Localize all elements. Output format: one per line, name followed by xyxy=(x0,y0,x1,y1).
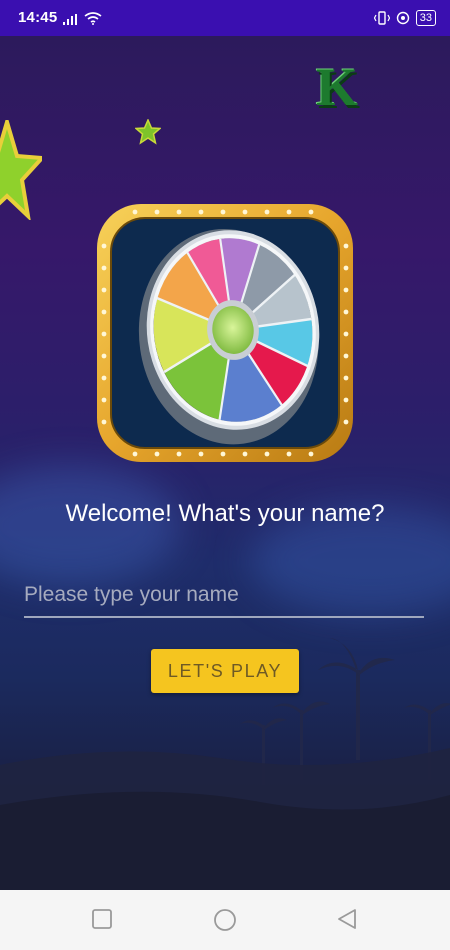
status-bar: 14:45 33 xyxy=(0,0,450,36)
navigation-bar xyxy=(0,890,450,950)
name-input[interactable] xyxy=(24,578,424,618)
phone-screen: 14:45 33 K Welcome! What's your name? Pl… xyxy=(0,0,450,950)
status-time: 14:45 xyxy=(18,9,58,26)
vibrate-icon xyxy=(373,11,390,25)
status-right-icons: 33 xyxy=(373,10,436,26)
lets-play-button[interactable]: LET'S PLAY xyxy=(151,649,299,693)
wifi-icon xyxy=(84,12,102,25)
battery-icon: 33 xyxy=(415,10,436,26)
star-icon xyxy=(135,119,161,145)
welcome-heading: Welcome! What's your name? xyxy=(65,500,385,527)
card-letter-k: K xyxy=(316,57,359,117)
star-icon xyxy=(0,120,42,220)
home-icon[interactable] xyxy=(213,908,237,932)
alarm-icon xyxy=(396,11,409,25)
signal-icon xyxy=(63,14,77,25)
wheel-logo xyxy=(97,204,353,462)
app-background: K Welcome! What's your name? Please type… xyxy=(0,36,450,890)
back-icon[interactable] xyxy=(336,908,358,930)
recents-icon[interactable] xyxy=(91,908,113,930)
status-left-icons xyxy=(63,12,102,30)
